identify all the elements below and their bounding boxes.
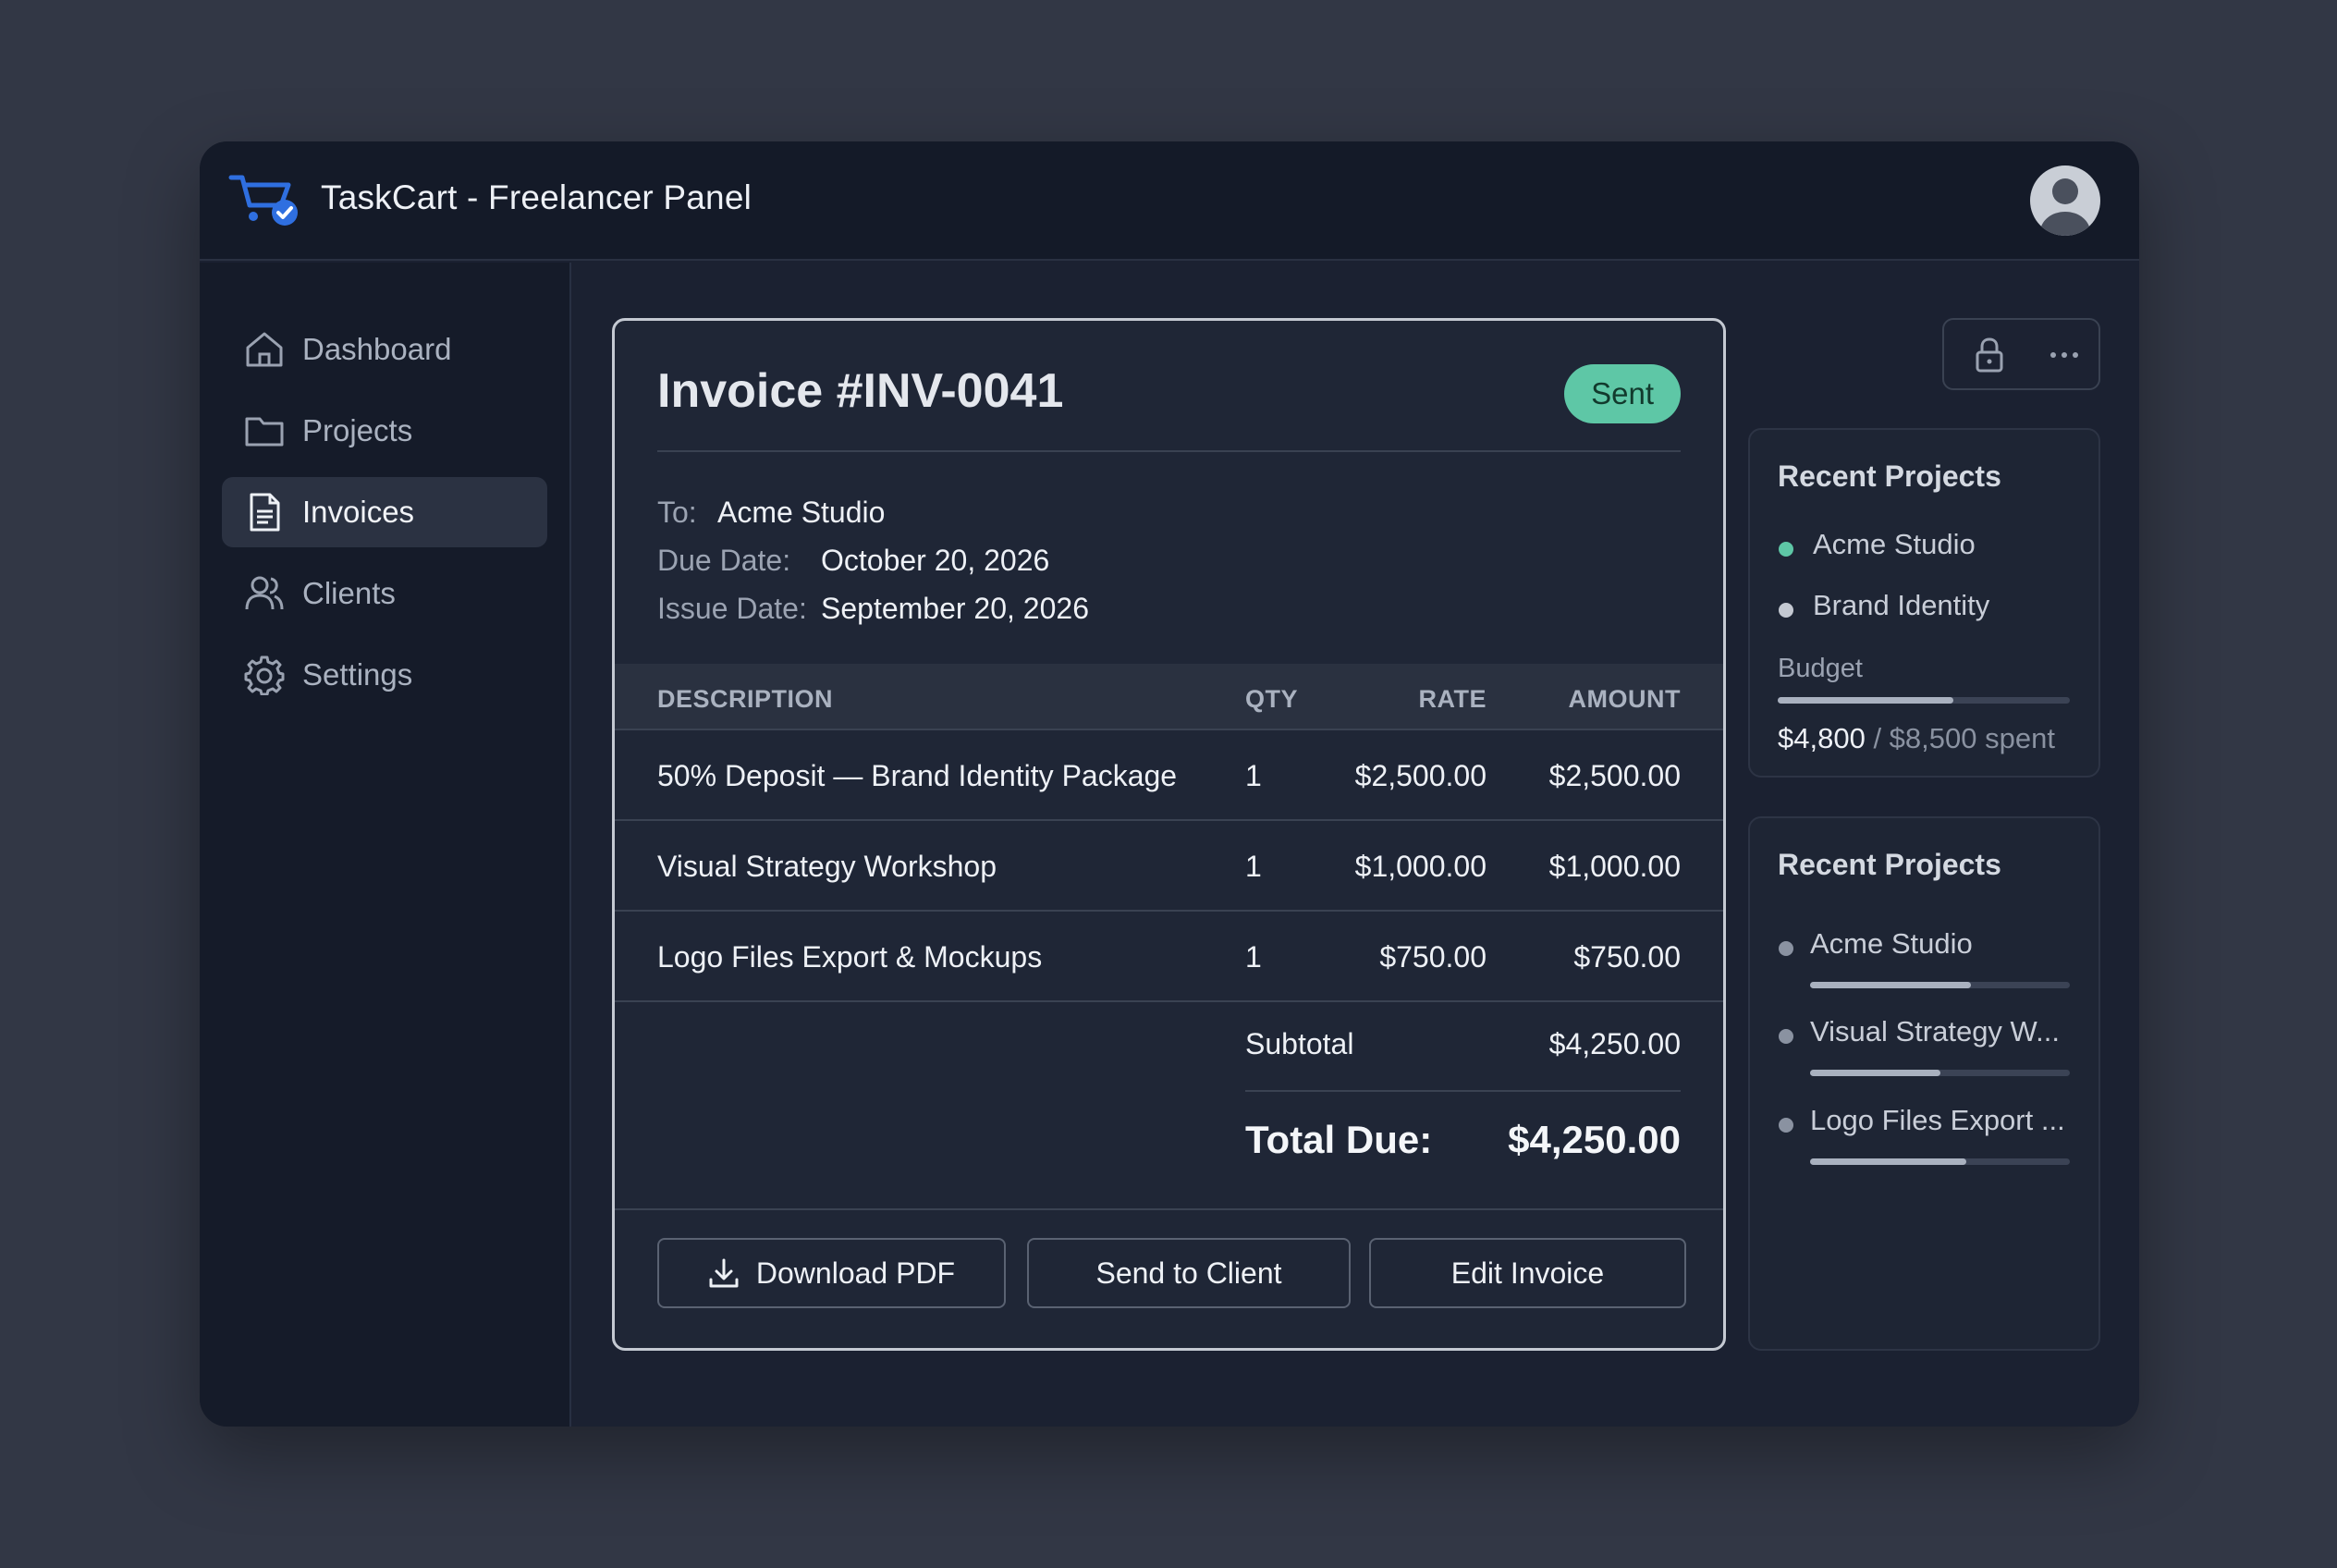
invoice-due-date: Due Date: October 20, 2026 (657, 544, 1049, 578)
issue-date-value: September 20, 2026 (821, 592, 1089, 625)
home-icon (246, 332, 283, 367)
sidebar-item-clients[interactable]: Clients (222, 558, 547, 629)
avatar[interactable] (2030, 165, 2100, 236)
column-header-description: DESCRIPTION (657, 685, 834, 713)
project-progress-fill (1810, 982, 1972, 988)
project-item-logo-files[interactable]: Logo Files Export ... (1810, 1104, 2065, 1137)
invoice-card: Invoice #INV-0041 Sent To: Acme Studio D… (612, 318, 1726, 1351)
edit-invoice-button[interactable]: Edit Invoice (1369, 1238, 1686, 1308)
column-header-qty: QTY (1245, 685, 1299, 713)
project-progress-bar (1810, 1158, 2070, 1165)
subtotal-value: $4,250.00 (1548, 1027, 1681, 1060)
sidebar-item-projects[interactable]: Projects (222, 396, 547, 466)
app-title: TaskCart - Freelancer Panel (321, 178, 752, 216)
budget-progress-fill (1778, 697, 1953, 704)
sidebar-item-label: Dashboard (302, 332, 452, 366)
table-row: Visual Strategy Workshop 1 $1,000.00 $1,… (615, 821, 1723, 912)
row-description: 50% Deposit — Brand Identity Package (657, 759, 1178, 792)
sidebar-item-invoices[interactable]: Invoices (222, 477, 547, 547)
project-item-acme-studio[interactable]: Acme Studio (1810, 927, 1973, 961)
project-progress-bar (1810, 982, 2070, 988)
user-avatar-icon (2040, 178, 2090, 236)
recent-projects-panel-progress: Recent Projects Acme Studio Visual Strat… (1748, 816, 2100, 1351)
budget-total: / $8,500 spent (1873, 722, 2055, 754)
table-header: DESCRIPTION QTY RATE AMOUNT (615, 664, 1723, 730)
top-bar: TaskCart - Freelancer Panel (200, 141, 2139, 261)
status-dot (1779, 603, 1793, 618)
project-item-acme-studio[interactable]: Acme Studio (1813, 528, 1976, 561)
sidebar-item-dashboard[interactable]: Dashboard (222, 314, 547, 385)
status-dot (1779, 941, 1793, 956)
invoice-to: To: Acme Studio (657, 496, 885, 530)
budget-progress-bar (1778, 697, 2070, 704)
sidebar-item-label: Invoices (302, 495, 415, 529)
budget-spent: $4,800 (1778, 722, 1866, 754)
row-description: Logo Files Export & Mockups (657, 940, 1043, 974)
row-qty: 1 (1245, 759, 1262, 792)
table-row: Logo Files Export & Mockups 1 $750.00 $7… (615, 912, 1723, 1002)
row-amount: $750.00 (1573, 940, 1681, 974)
panel-title: Recent Projects (1778, 459, 2001, 493)
due-date-value: October 20, 2026 (821, 544, 1050, 577)
project-progress-fill (1810, 1158, 1966, 1165)
folder-icon (245, 417, 284, 447)
row-rate: $1,000.00 (1354, 850, 1487, 883)
row-rate: $750.00 (1379, 940, 1487, 974)
document-icon (250, 493, 280, 532)
row-qty: 1 (1245, 940, 1262, 974)
column-header-amount: AMOUNT (1568, 685, 1681, 713)
column-header-rate: RATE (1418, 685, 1487, 713)
divider (615, 1208, 1723, 1210)
sidebar-item-label: Clients (302, 576, 396, 610)
row-qty: 1 (1245, 850, 1262, 883)
row-amount: $2,500.00 (1548, 759, 1681, 792)
app-window: TaskCart - Freelancer Panel Dashboard Pr… (200, 141, 2139, 1427)
to-label: To: (657, 496, 697, 529)
project-progress-bar (1810, 1070, 2070, 1076)
cart-logo-icon (228, 175, 298, 226)
project-item-brand-identity[interactable]: Brand Identity (1813, 589, 1989, 622)
status-badge: Sent (1564, 364, 1681, 423)
invoice-issue-date: Issue Date: September 20, 2026 (657, 592, 1089, 626)
users-icon (245, 576, 284, 610)
budget-amount: $4,800 / $8,500 spent (1778, 722, 2055, 755)
budget-label: Budget (1778, 654, 1863, 683)
sidebar-item-settings[interactable]: Settings (222, 640, 547, 710)
project-item-visual-strategy[interactable]: Visual Strategy W... (1810, 1015, 2060, 1048)
more-options-icon[interactable] (2046, 337, 2083, 374)
to-value: Acme Studio (717, 496, 886, 529)
send-to-client-label: Send to Client (1095, 1256, 1282, 1290)
total-due-value: $4,250.00 (1508, 1118, 1681, 1161)
subtotal-label: Subtotal (1245, 1027, 1354, 1060)
lock-icon[interactable] (1972, 337, 2007, 374)
project-progress-fill (1810, 1070, 1940, 1076)
invoice-title: Invoice #INV-0041 (657, 364, 1064, 418)
download-pdf-label: Download PDF (755, 1256, 956, 1290)
recent-projects-panel-budget: Recent Projects Acme Studio Brand Identi… (1748, 428, 2100, 778)
download-pdf-button[interactable]: Download PDF (657, 1238, 1006, 1308)
panel-title: Recent Projects (1778, 848, 2001, 881)
row-description: Visual Strategy Workshop (657, 850, 997, 883)
divider (1245, 1090, 1681, 1092)
sidebar-item-label: Settings (302, 657, 413, 692)
edit-invoice-label: Edit Invoice (1450, 1256, 1605, 1290)
total-due-label: Total Due: (1245, 1118, 1433, 1161)
due-date-label: Due Date: (657, 544, 791, 577)
issue-date-label: Issue Date: (657, 592, 807, 625)
send-to-client-button[interactable]: Send to Client (1027, 1238, 1351, 1308)
status-dot (1779, 1118, 1793, 1133)
card-toolbar (1942, 318, 2100, 390)
table-row: 50% Deposit — Brand Identity Package 1 $… (615, 730, 1723, 821)
row-amount: $1,000.00 (1548, 850, 1681, 883)
status-dot (1779, 542, 1793, 557)
download-icon (709, 1258, 739, 1288)
row-rate: $2,500.00 (1354, 759, 1487, 792)
gear-icon (244, 655, 285, 695)
sidebar-item-label: Projects (302, 413, 413, 447)
sidebar: Dashboard Projects Invoices Clients Sett… (200, 263, 571, 1427)
status-dot (1779, 1029, 1793, 1044)
divider (657, 450, 1681, 452)
